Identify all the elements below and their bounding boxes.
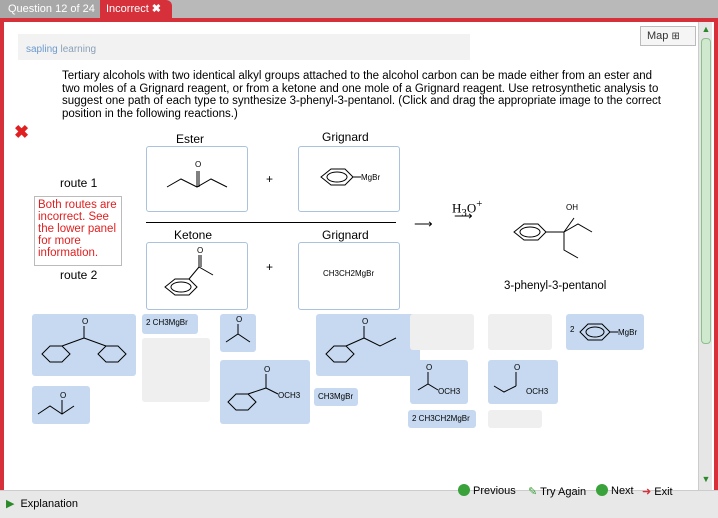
tile-empty-slot-1 [410, 314, 474, 350]
tile-2-methyl-grignard[interactable]: 2 CH3MgBr [142, 314, 198, 334]
expand-triangle-icon: ▶ [6, 498, 15, 510]
explanation-toggle[interactable]: ▶ Explanation [6, 497, 78, 510]
svg-text:O: O [236, 315, 242, 324]
route-1-label: route 1 [60, 176, 98, 190]
svg-text:O: O [197, 246, 203, 255]
exit-icon: ➜ [642, 486, 652, 498]
try-again-button[interactable]: ✎ Try Again [528, 485, 586, 498]
svg-text:O: O [82, 317, 88, 326]
svg-text:O: O [426, 363, 432, 372]
ethyl-magnesium-bromide-label: CH3CH2MgBr [323, 269, 375, 278]
methyl-acetate-structure: O OCH3 [417, 363, 461, 396]
next-button[interactable]: Next [596, 484, 634, 497]
exit-button[interactable]: ➜ Exit [642, 485, 673, 498]
phenylmagnesium-bromide-structure: MgBr [320, 168, 380, 186]
route-2-label: route 2 [60, 268, 98, 282]
methyl-propanoate-structure: O OCH3 [493, 363, 549, 396]
svg-text:OCH3: OCH3 [278, 391, 301, 400]
tile-methyl-propanoate[interactable]: O OCH3 [488, 360, 558, 404]
close-icon: ✖ [151, 3, 162, 15]
try-again-icon: ✎ [528, 486, 538, 498]
map-label: Map [647, 30, 669, 42]
grignard-2-drop-zone[interactable]: CH3CH2MgBr [298, 242, 400, 310]
tile-acetone[interactable]: O [220, 314, 256, 352]
status-label: Incorrect [106, 3, 149, 15]
footer-bar: ▶ Explanation Previous ✎ Try Again Next ➜… [0, 484, 718, 518]
svg-text:OCH3: OCH3 [526, 387, 549, 396]
grignard-header-1: Grignard [322, 130, 369, 144]
previous-button[interactable]: Previous [458, 484, 516, 497]
question-counter: Question 12 of 24 [8, 3, 95, 15]
svg-text:O: O [60, 391, 66, 400]
svg-text:MgBr: MgBr [618, 328, 637, 337]
tile-empty-slot-4 [488, 410, 542, 428]
svg-text:O: O [195, 160, 201, 169]
question-text: Tertiary alcohols with two identical alk… [62, 70, 661, 120]
acetone-structure: O [225, 315, 251, 343]
benzophenone-structure: O [41, 317, 127, 363]
grignard-header-2: Grignard [322, 228, 369, 242]
reagent-arrow: ⟶ [454, 208, 473, 223]
question-tab[interactable]: Question 12 of 24 [0, 0, 100, 18]
svg-text:OCH3: OCH3 [438, 387, 461, 396]
plus-sign-2: + [266, 260, 274, 274]
propiophenone-tile-structure: O [325, 317, 397, 363]
product-name: 3-phenyl-3-pentanol [504, 280, 607, 292]
next-icon [596, 484, 608, 497]
ketone-drop-zone[interactable]: O [146, 242, 248, 310]
tile-empty-slot-2 [488, 314, 552, 350]
scroll-up-icon[interactable]: ▲ [701, 24, 711, 34]
phenyl-grignard-tile-structure: 2 MgBr [570, 323, 637, 341]
scroll-thumb[interactable] [701, 38, 711, 344]
incorrect-icon: ✖ [14, 122, 30, 142]
svg-text:O: O [264, 365, 270, 374]
svg-text:O: O [514, 363, 520, 372]
vertical-scrollbar[interactable]: ▲ ▼ [698, 22, 712, 490]
tile-2-phenyl-grignard[interactable]: 2 MgBr [566, 314, 644, 350]
tile-propiophenone[interactable]: O [316, 314, 420, 376]
methyl-benzoate-structure: O OCH3 [227, 365, 301, 411]
svg-text:MgBr: MgBr [361, 173, 380, 182]
tile-benzophenone[interactable]: O [32, 314, 136, 376]
svg-text:OH: OH [566, 203, 578, 212]
grignard-1-drop-zone[interactable]: MgBr [298, 146, 400, 212]
tile-butanone[interactable]: O [32, 386, 90, 424]
reaction-arrow: ⟶ [414, 216, 433, 231]
ester-header: Ester [176, 132, 205, 146]
propiophenone-structure: O [164, 246, 214, 296]
error-message: Both routes are incorrect. See the lower… [34, 196, 122, 266]
product-structure: OH [513, 203, 593, 259]
tile-2-ethyl-grignard[interactable]: 2 CH3CH2MgBr [408, 410, 476, 428]
tile-methyl-benzoate[interactable]: O OCH3 [220, 360, 310, 424]
previous-icon [458, 484, 470, 497]
butanone-structure: O [37, 391, 75, 415]
svg-text:O: O [362, 317, 368, 326]
tile-methyl-acetate[interactable]: O OCH3 [410, 360, 468, 404]
plus-sign-1: + [266, 172, 274, 186]
tile-empty-slot-3 [142, 338, 210, 402]
ketone-3-pentanone-structure: O [166, 160, 228, 188]
sapling-logo: sapling learning [26, 44, 97, 55]
status-tab: Incorrect ✖ [100, 0, 172, 18]
map-button[interactable]: Map ⊞ [640, 26, 696, 46]
tile-methyl-grignard[interactable]: CH3MgBr [314, 388, 358, 406]
question-content: sapling learning Map ⊞ Tertiary alcohols… [4, 22, 700, 482]
scroll-down-icon[interactable]: ▼ [701, 474, 711, 484]
top-bar: Question 12 of 24 Incorrect ✖ [0, 0, 718, 18]
map-icon: ⊞ [671, 31, 680, 42]
ester-drop-zone[interactable]: O [146, 146, 248, 212]
ketone-header: Ketone [174, 228, 213, 242]
reaction-divider [146, 222, 396, 223]
svg-text:2: 2 [570, 325, 575, 334]
